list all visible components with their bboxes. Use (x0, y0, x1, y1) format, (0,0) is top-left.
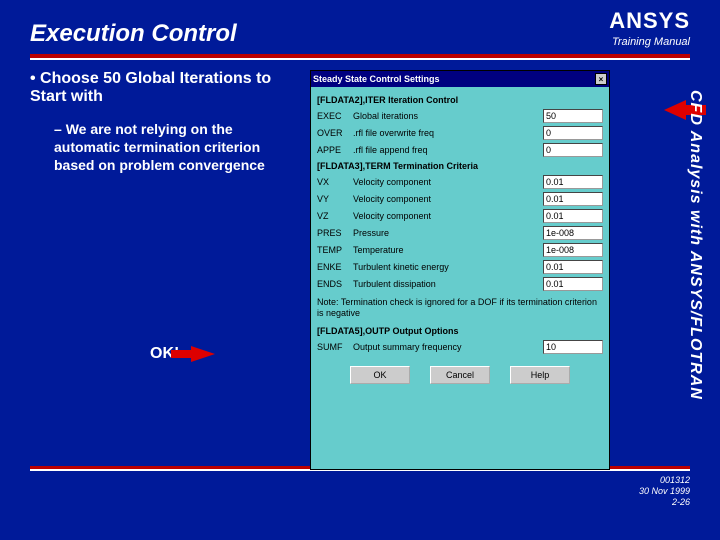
row-label: Velocity component (353, 194, 543, 204)
row-label: Global iterations (353, 111, 543, 121)
appe-input[interactable] (543, 143, 603, 157)
ok-button[interactable]: OK (350, 366, 410, 384)
row-label: Turbulent kinetic energy (353, 262, 543, 272)
row-key: PRES (317, 228, 353, 238)
row-label: Velocity component (353, 211, 543, 221)
row-key: SUMF (317, 342, 353, 352)
brand-logo: ANSYS (609, 8, 690, 34)
dialog-note: Note: Termination check is ignored for a… (317, 297, 603, 320)
settings-dialog: Steady State Control Settings × [FLDATA2… (310, 70, 610, 470)
section-iter: [FLDATA2],ITER Iteration Control (317, 95, 603, 105)
exec-input[interactable] (543, 109, 603, 123)
row-key: TEMP (317, 245, 353, 255)
brand-block: ANSYS Training Manual (609, 8, 690, 48)
help-button[interactable]: Help (510, 366, 570, 384)
vx-input[interactable] (543, 175, 603, 189)
row-label: Turbulent dissipation (353, 279, 543, 289)
sumf-input[interactable] (543, 340, 603, 354)
cancel-button[interactable]: Cancel (430, 366, 490, 384)
row-label: .rfl file overwrite freq (353, 128, 543, 138)
footer-code: 001312 (0, 475, 690, 486)
arrow-icon (191, 346, 215, 362)
footer-block: 001312 30 Nov 1999 2-26 (0, 471, 720, 507)
section-outp: [FLDATA5],OUTP Output Options (317, 326, 603, 336)
dialog-title: Steady State Control Settings (313, 74, 440, 84)
brand-subtitle: Training Manual (609, 36, 690, 48)
page-title: Execution Control (30, 20, 237, 48)
vz-input[interactable] (543, 209, 603, 223)
row-key: VY (317, 194, 353, 204)
bullet-main: • Choose 50 Global Iterations to Start w… (30, 70, 300, 106)
temp-input[interactable] (543, 243, 603, 257)
side-vertical-text: CFD Analysis with ANSYS/FLOTRAN (686, 90, 704, 400)
dialog-titlebar[interactable]: Steady State Control Settings × (311, 71, 609, 87)
bullet-sub: – We are not relying on the automatic te… (54, 120, 300, 175)
row-key: VX (317, 177, 353, 187)
enke-input[interactable] (543, 260, 603, 274)
over-input[interactable] (543, 126, 603, 140)
pres-input[interactable] (543, 226, 603, 240)
row-label: .rfl file append freq (353, 145, 543, 155)
close-icon[interactable]: × (595, 73, 607, 85)
section-term: [FLDATA3],TERM Termination Criteria (317, 161, 603, 171)
row-key: APPE (317, 145, 353, 155)
row-key: ENKE (317, 262, 353, 272)
vy-input[interactable] (543, 192, 603, 206)
row-label: Pressure (353, 228, 543, 238)
row-label: Velocity component (353, 177, 543, 187)
row-label: Temperature (353, 245, 543, 255)
row-key: ENDS (317, 279, 353, 289)
row-key: OVER (317, 128, 353, 138)
footer-page: 2-26 (0, 497, 690, 508)
row-key: VZ (317, 211, 353, 221)
footer-date: 30 Nov 1999 (0, 486, 690, 497)
row-key: EXEC (317, 111, 353, 121)
row-label: Output summary frequency (353, 342, 543, 352)
pointer-arrow-icon (664, 100, 686, 120)
ends-input[interactable] (543, 277, 603, 291)
